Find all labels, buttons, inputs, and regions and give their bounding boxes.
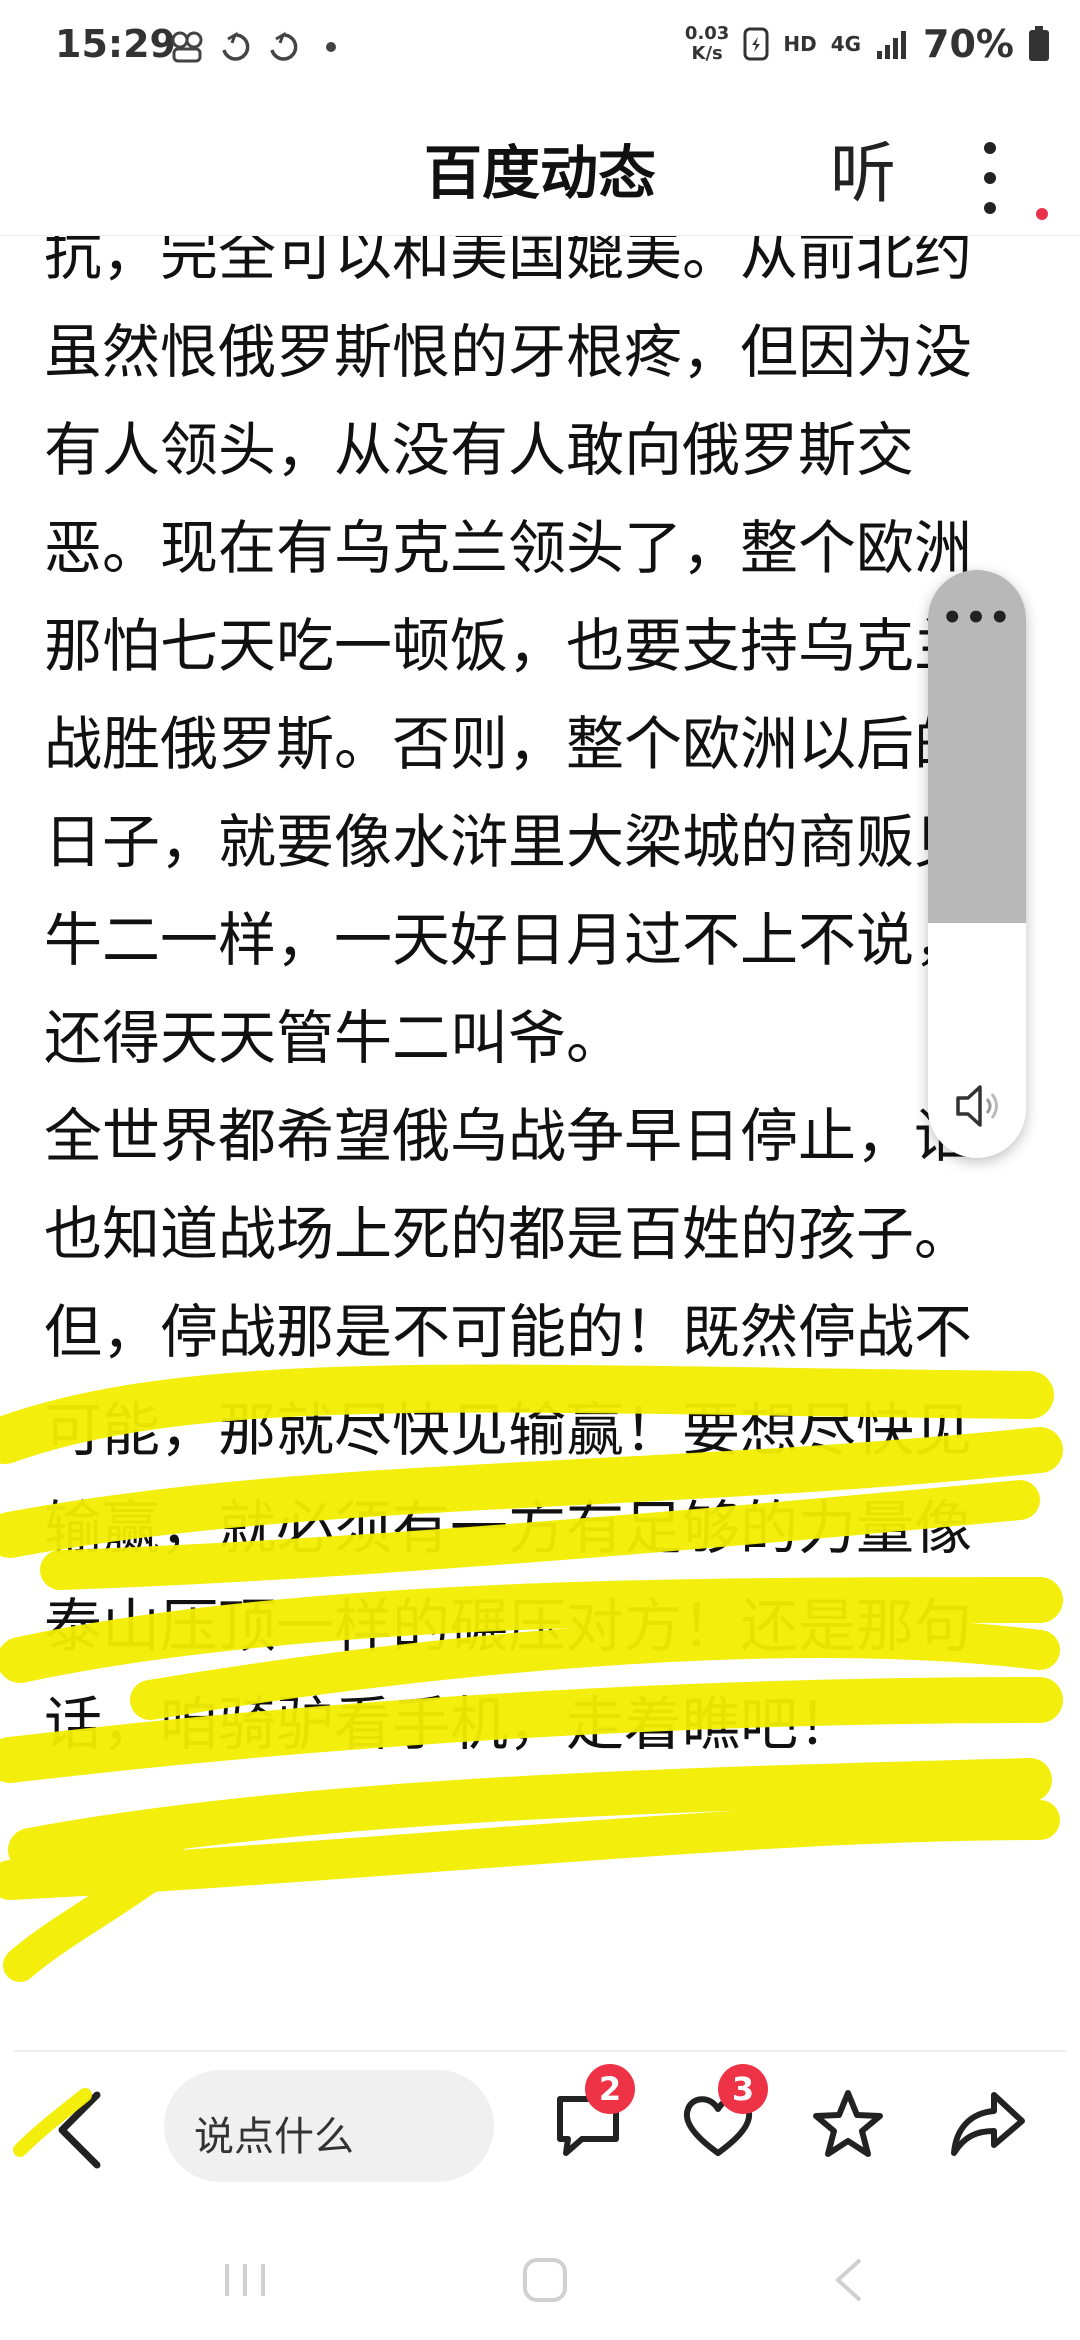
net-speed-unit: K/s: [691, 43, 723, 64]
notification-dot: [1036, 208, 1048, 220]
sync-icon: [222, 31, 250, 61]
star-icon[interactable]: [808, 2085, 888, 2165]
dot-icon: [326, 42, 336, 52]
article-paragraph: 抗，完全可以和美国媲美。从前北约虽然恨俄罗斯恨的牙根疼，但因为没有人领头，从没有…: [44, 220, 973, 1072]
status-time: 15:29: [55, 22, 176, 66]
listen-button[interactable]: 听: [830, 120, 896, 216]
article-body: 抗，完全可以和美国媲美。从前北约虽然恨俄罗斯恨的牙根疼，但因为没有人领头，从没有…: [44, 205, 1024, 1773]
back-arrow-icon[interactable]: [42, 2080, 122, 2180]
page-title: 百度动态: [423, 139, 656, 207]
audio-more-button[interactable]: •••: [928, 598, 1026, 638]
more-vertical-icon[interactable]: [970, 120, 1010, 220]
title-bar: 百度动态 听: [0, 100, 1080, 236]
system-nav-bar: [0, 2220, 1080, 2340]
comment-placeholder: 说点什么: [194, 2114, 354, 2160]
hd-label: HD: [783, 32, 817, 56]
battery-percent: 70%: [923, 22, 1014, 66]
comment-count-badge: 2: [585, 2064, 635, 2114]
app-notification-icon: [171, 31, 203, 63]
net-speed: 0.03 K/s: [685, 24, 729, 64]
sync-icon-2: [270, 31, 298, 61]
signal-icon: [877, 31, 907, 59]
home-icon[interactable]: [515, 2250, 575, 2310]
article-paragraph: 全世界都希望俄乌战争早日停止，谁也知道战场上死的都是百姓的孩子。但，停战那是不可…: [44, 1102, 973, 1758]
network-label: 4G: [830, 32, 862, 56]
audio-panel[interactable]: •••: [928, 570, 1026, 1158]
battery-icon: [1029, 26, 1049, 61]
share-icon[interactable]: [948, 2085, 1028, 2165]
system-back-icon[interactable]: [820, 2250, 880, 2310]
notification-icons: [170, 30, 348, 64]
comment-input[interactable]: 说点什么: [164, 2070, 494, 2182]
recent-apps-icon[interactable]: [215, 2250, 275, 2310]
vpn-icon: [743, 27, 769, 61]
status-right: 0.03 K/s HD 4G 70%: [685, 22, 1050, 66]
net-speed-value: 0.03: [684, 23, 730, 44]
bottom-divider: [14, 2050, 1066, 2052]
speaker-icon[interactable]: [950, 1078, 1006, 1134]
status-bar: 15:29 0.03 K/s HD 4G 70%: [0, 0, 1080, 100]
like-count-badge: 3: [718, 2064, 768, 2114]
